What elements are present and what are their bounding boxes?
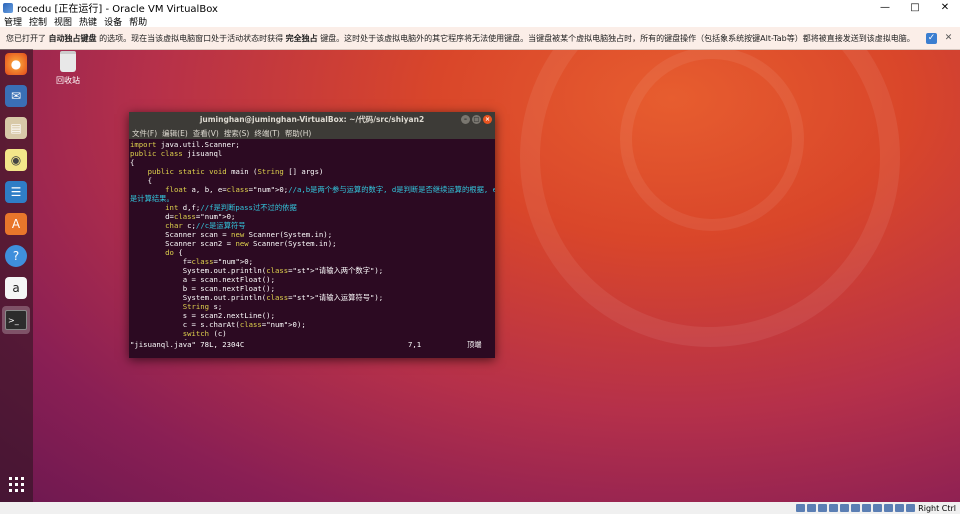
- maximize-button[interactable]: □: [900, 0, 930, 15]
- cpu-icon[interactable]: [884, 504, 894, 512]
- code-line: import java.util.Scanner;: [130, 140, 240, 149]
- shared-folder-icon[interactable]: [851, 504, 861, 512]
- terminal-menu-file[interactable]: 文件(F): [132, 128, 157, 139]
- thunderbird-icon[interactable]: ✉: [5, 85, 27, 107]
- hdd-icon[interactable]: [796, 504, 806, 512]
- trash-label: 回收站: [56, 76, 80, 85]
- code-line: 是计算结果。: [130, 194, 174, 203]
- display-icon[interactable]: [862, 504, 872, 512]
- ubuntu-dock: ● ✉ ▤ ◉ ☰ A ? a >_: [0, 49, 33, 502]
- code-line: int d,f;//f是判断pass过不过的依据: [165, 203, 297, 212]
- terminal-title: juminghan@juminghan-VirtualBox: ~/代码/src…: [199, 115, 425, 124]
- terminal-menu-edit[interactable]: 编辑(E): [162, 128, 188, 139]
- host-menubar: 管理 控制 视图 热键 设备 帮助: [0, 15, 960, 28]
- terminal-menubar: 文件(F) 编辑(E) 查看(V) 搜索(S) 终端(T) 帮助(H): [129, 127, 495, 139]
- terminal-close-button[interactable]: ×: [483, 115, 492, 124]
- vim-status-line: "jisuanql.java" 78L, 2304C 7,1 顶端: [129, 340, 495, 350]
- terminal-menu-view[interactable]: 查看(V): [193, 128, 219, 139]
- info-icon[interactable]: ✓: [926, 32, 937, 44]
- host-window-title: rocedu [正在运行] - Oracle VM VirtualBox: [17, 4, 218, 15]
- terminal-minimize-button[interactable]: –: [461, 115, 470, 124]
- terminal-dock-slot[interactable]: >_: [2, 306, 30, 334]
- network-icon[interactable]: [829, 504, 839, 512]
- audio-icon[interactable]: [818, 504, 828, 512]
- mouse-integration-icon[interactable]: [895, 504, 905, 512]
- terminal-menu-help[interactable]: 帮助(H): [285, 128, 312, 139]
- guest-desktop[interactable]: 您已打开了 自动独占键盘 的选项。现在当该虚拟电脑窗口处于活动状态时获得 完全独…: [0, 27, 960, 502]
- notif-text-3: 键盘。这时处于该虚拟电脑外的其它程序将无法使用键盘。当键盘被某个虚拟电脑独占时，…: [320, 33, 915, 43]
- files-icon[interactable]: ▤: [5, 117, 27, 139]
- trash-desktop-icon[interactable]: 回收站: [53, 51, 83, 86]
- code-line: c = s.charAt(class="num">0);: [130, 320, 306, 329]
- status-scroll-position: 顶端: [467, 340, 482, 349]
- code-line: do {: [165, 248, 183, 257]
- menu-manage[interactable]: 管理: [4, 15, 22, 28]
- menu-hotkey[interactable]: 热键: [79, 15, 97, 28]
- code-line: public class jisuanql: [130, 149, 223, 158]
- software-center-icon[interactable]: A: [5, 213, 27, 235]
- optical-drive-icon[interactable]: [807, 504, 817, 512]
- notif-text-2: 的选项。现在当该虚拟电脑窗口处于活动状态时获得: [99, 33, 284, 43]
- show-applications-icon[interactable]: [9, 477, 24, 492]
- code-line: Scanner scan2 = new Scanner(System.in);: [130, 239, 337, 248]
- trash-icon: [60, 51, 76, 72]
- code-line: d=class="num">0;: [130, 212, 236, 221]
- menu-help[interactable]: 帮助: [129, 15, 147, 28]
- host-key-label: Right Ctrl: [918, 503, 956, 513]
- menu-view[interactable]: 视图: [54, 15, 72, 28]
- notif-bold-1: 自动独占键盘: [48, 33, 97, 43]
- code-line: String s;: [182, 302, 223, 311]
- keyboard-icon[interactable]: [906, 504, 916, 512]
- rhythmbox-icon[interactable]: ◉: [5, 149, 27, 171]
- notif-text-1: 您已打开了: [6, 33, 46, 43]
- code-line: {: [130, 158, 135, 167]
- code-line: Scanner scan = new Scanner(System.in);: [130, 230, 333, 239]
- terminal-titlebar[interactable]: juminghan@juminghan-VirtualBox: ~/代码/src…: [129, 112, 495, 127]
- code-line: System.out.println(class="st">"请输入运算符号")…: [130, 293, 384, 302]
- amazon-icon[interactable]: a: [5, 277, 27, 299]
- code-line: public static void main (String [] args): [147, 167, 324, 176]
- firefox-icon[interactable]: ●: [5, 53, 27, 75]
- code-line: {: [130, 176, 152, 185]
- libreoffice-writer-icon[interactable]: ☰: [5, 181, 27, 203]
- code-line: System.out.println(class="st">"请输入两个数字")…: [130, 266, 384, 275]
- terminal-maximize-button[interactable]: □: [472, 115, 481, 124]
- code-line: switch (c): [182, 329, 227, 338]
- notif-bold-2: 完全独占: [285, 33, 318, 43]
- wallpaper-ring-inner: [620, 47, 804, 231]
- code-editor[interactable]: import java.util.Scanner; public class ji…: [129, 139, 495, 340]
- code-line: a = scan.nextFloat();: [130, 275, 275, 284]
- code-line: float a, b, e=class="num">0;//a,b是两个参与运算…: [165, 185, 495, 194]
- status-file-info: "jisuanql.java" 78L, 2304C: [130, 340, 245, 349]
- terminal-icon: >_: [5, 310, 27, 330]
- code-line: f=class="num">0;: [130, 257, 254, 266]
- keyboard-capture-notification: 您已打开了 自动独占键盘 的选项。现在当该虚拟电脑窗口处于活动状态时获得 完全独…: [0, 27, 960, 50]
- code-line: char c;//c是运算符号: [165, 221, 246, 230]
- recording-icon[interactable]: [873, 504, 883, 512]
- terminal-window[interactable]: juminghan@juminghan-VirtualBox: ~/代码/src…: [129, 112, 495, 358]
- usb-icon[interactable]: [840, 504, 850, 512]
- minimize-button[interactable]: —: [870, 0, 900, 15]
- code-line: b = scan.nextFloat();: [130, 284, 275, 293]
- dismiss-icon[interactable]: ✕: [943, 33, 954, 44]
- help-icon[interactable]: ?: [5, 245, 27, 267]
- terminal-menu-search[interactable]: 搜索(S): [224, 128, 250, 139]
- status-cursor-position: 7,1: [408, 340, 422, 349]
- menu-control[interactable]: 控制: [29, 15, 47, 28]
- code-line: s = scan2.nextLine();: [130, 311, 275, 320]
- host-titlebar: rocedu [正在运行] - Oracle VM VirtualBox — □…: [0, 0, 960, 15]
- terminal-menu-terminal[interactable]: 终端(T): [254, 128, 279, 139]
- close-button[interactable]: ✕: [930, 0, 960, 15]
- host-statusbar: Right Ctrl: [0, 502, 960, 514]
- virtualbox-icon: [3, 2, 13, 13]
- menu-devices[interactable]: 设备: [104, 15, 122, 28]
